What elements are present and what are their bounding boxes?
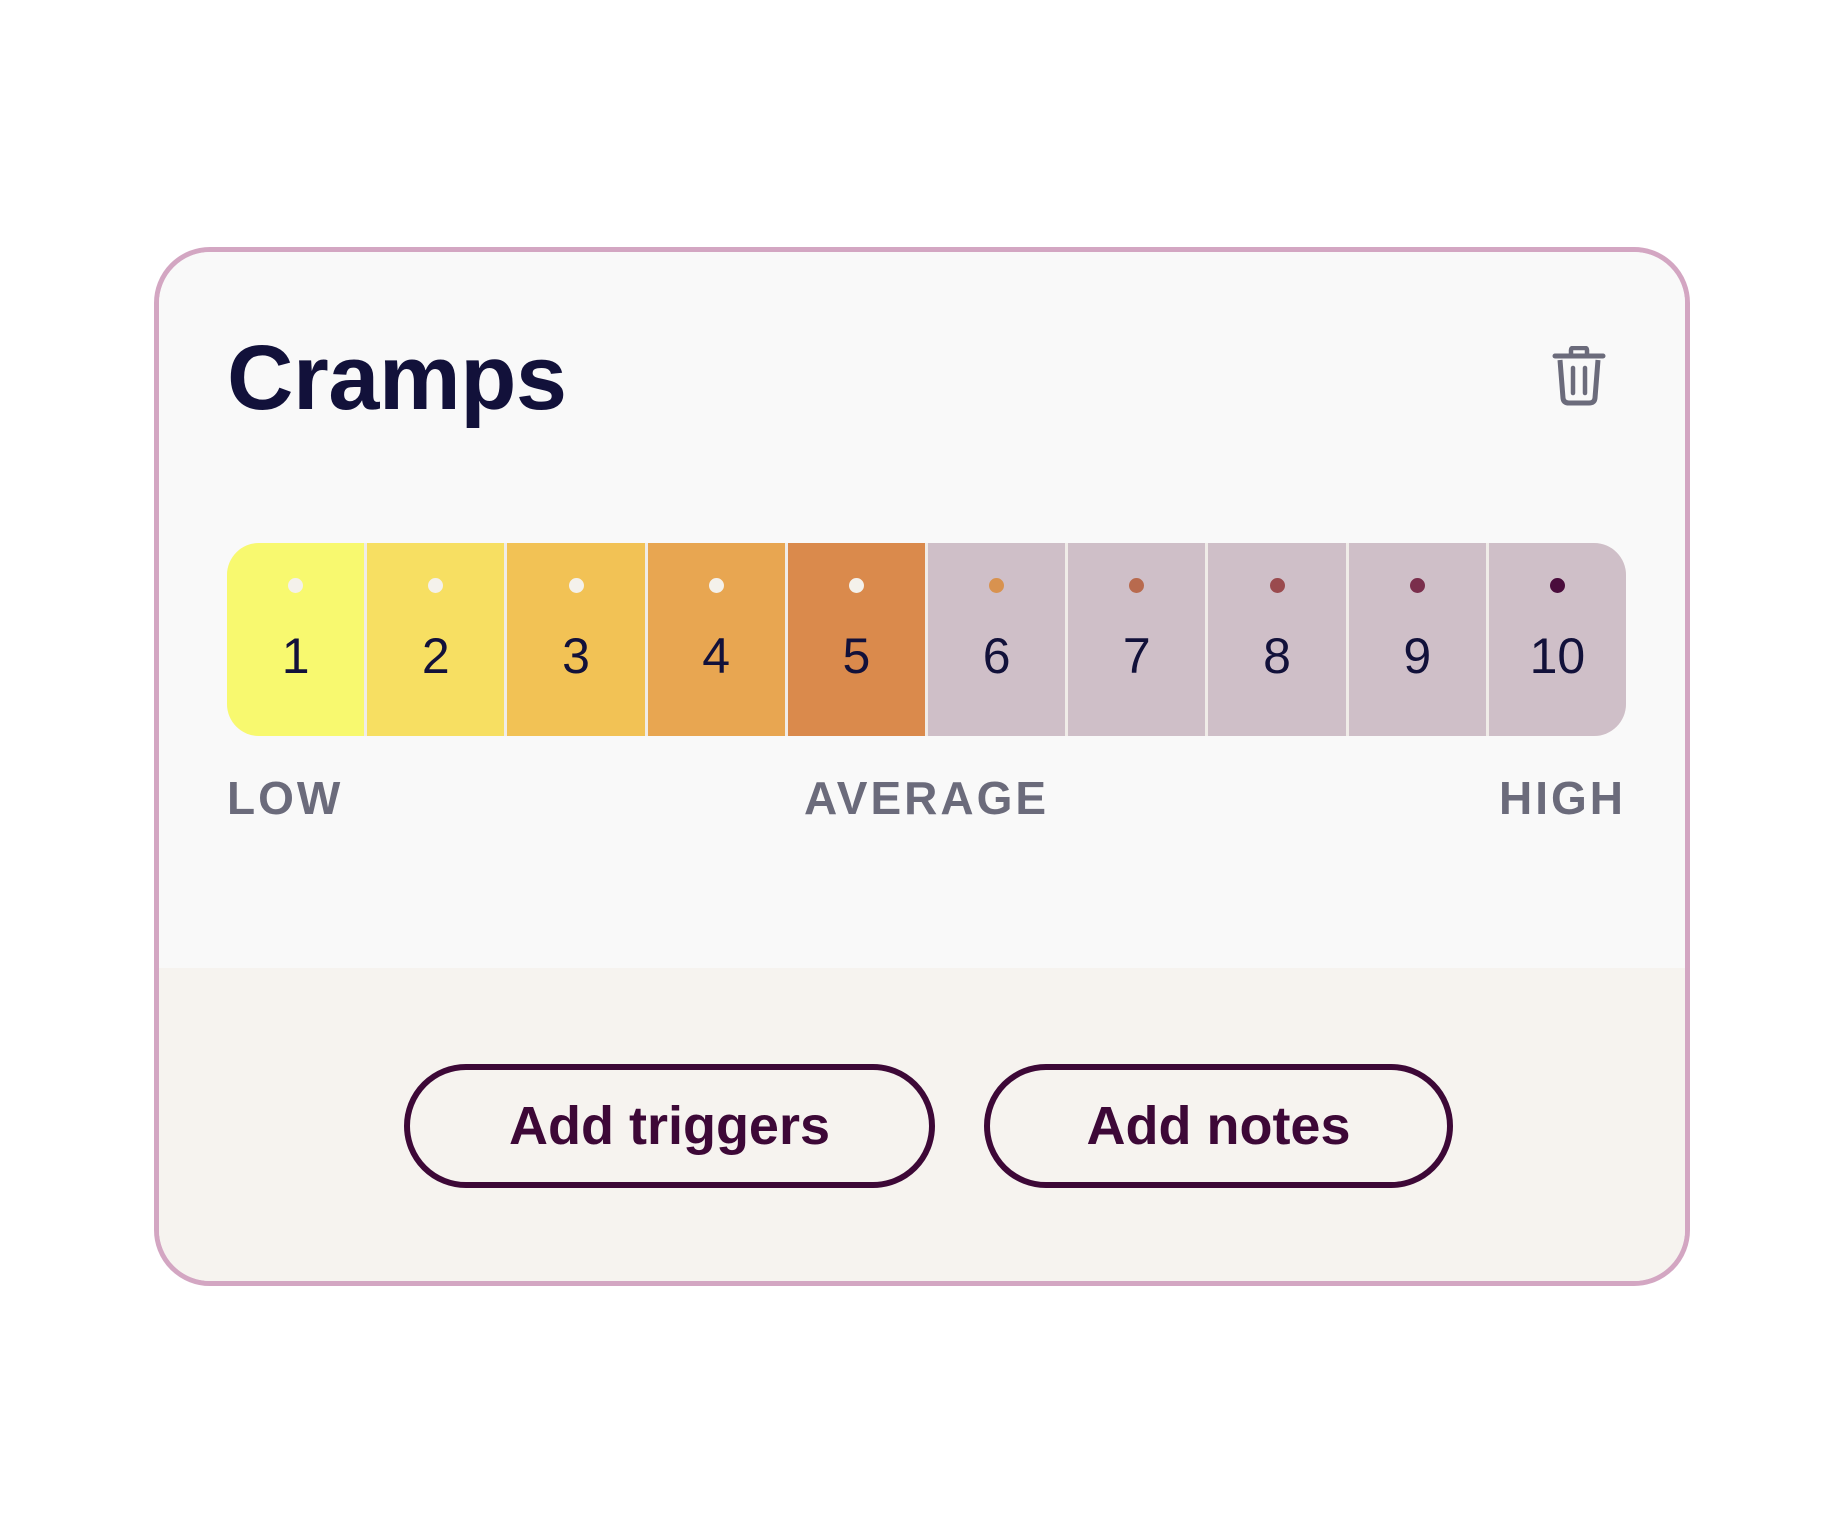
severity-option-1[interactable]: 1 <box>227 543 365 736</box>
severity-number: 1 <box>281 628 310 684</box>
symptom-title: Cramps <box>227 327 567 429</box>
trash-icon <box>1552 345 1606 406</box>
severity-option-9[interactable]: 9 <box>1348 543 1486 736</box>
card-header-section: Cramps 1 2 3 4 5 6 7 8 9 10 LOW AVERAGE HIGH <box>159 252 1685 968</box>
severity-dot-icon <box>568 578 584 593</box>
severity-option-8[interactable]: 8 <box>1208 543 1346 736</box>
severity-number: 10 <box>1529 628 1586 684</box>
scale-labels: LOW AVERAGE HIGH <box>227 775 1626 827</box>
severity-dot-icon <box>1129 578 1145 593</box>
severity-dot-icon <box>848 578 864 593</box>
scale-low-label: LOW <box>227 772 344 824</box>
severity-option-5[interactable]: 5 <box>787 543 926 736</box>
severity-option-3[interactable]: 3 <box>507 543 645 736</box>
severity-dot-icon <box>288 578 304 593</box>
severity-option-6[interactable]: 6 <box>928 543 1066 736</box>
severity-number: 3 <box>562 628 590 684</box>
severity-number: 9 <box>1403 628 1432 684</box>
add-notes-button[interactable]: Add notes <box>984 1064 1453 1188</box>
severity-dot-icon <box>708 578 724 593</box>
scale-average-label: AVERAGE <box>803 772 1050 824</box>
severity-number: 4 <box>702 628 731 684</box>
symptom-card: Cramps 1 2 3 4 5 6 7 8 9 10 LOW AVERAGE HIGH Add … <box>154 247 1690 1286</box>
severity-number: 7 <box>1122 628 1151 684</box>
severity-option-10[interactable]: 10 <box>1488 543 1626 736</box>
scale-high-label: HIGH <box>1499 772 1626 824</box>
severity-number: 6 <box>982 628 1011 684</box>
severity-dot-icon <box>1549 578 1565 593</box>
severity-option-2[interactable]: 2 <box>367 543 505 736</box>
severity-dot-icon <box>1269 578 1285 593</box>
severity-option-7[interactable]: 7 <box>1068 543 1206 736</box>
severity-dot-icon <box>989 578 1005 593</box>
delete-button[interactable] <box>1551 345 1607 406</box>
severity-number: 2 <box>421 628 450 684</box>
severity-number: 5 <box>842 628 871 684</box>
severity-dot-icon <box>428 578 444 593</box>
severity-number: 8 <box>1263 628 1291 684</box>
severity-scale: 1 2 3 4 5 6 7 8 9 10 <box>227 543 1626 736</box>
severity-dot-icon <box>1409 578 1425 593</box>
add-triggers-button[interactable]: Add triggers <box>404 1064 935 1188</box>
severity-option-4[interactable]: 4 <box>647 543 785 736</box>
